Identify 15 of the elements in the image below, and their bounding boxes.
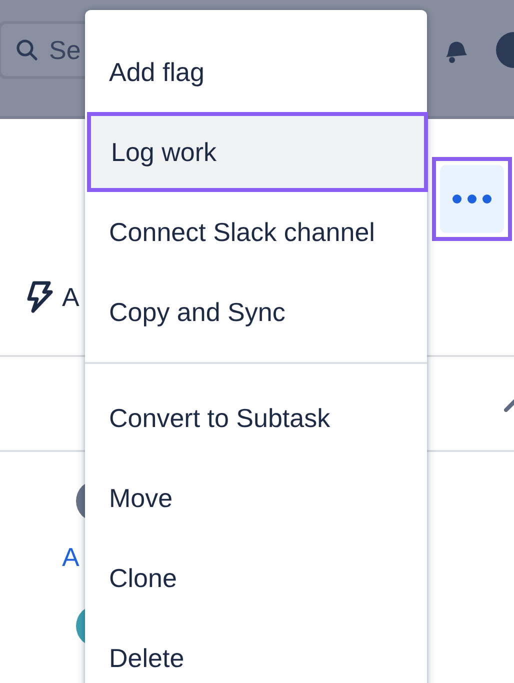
field-label: A: [62, 282, 80, 312]
menu-item[interactable]: Copy and Sync: [85, 272, 427, 352]
more-button[interactable]: [440, 165, 504, 233]
menu-item[interactable]: Clone: [85, 538, 427, 618]
link[interactable]: A: [62, 542, 82, 573]
search-icon: [15, 38, 39, 62]
menu-item[interactable]: Connect Slack channel: [85, 192, 427, 272]
pencil-icon[interactable]: [504, 398, 514, 412]
menu-item[interactable]: Delete: [85, 618, 427, 683]
more-icon: [452, 194, 492, 204]
menu-item[interactable]: Convert to Subtask: [85, 378, 427, 458]
search-placeholder: Se: [49, 34, 81, 66]
menu-item[interactable]: Log work: [87, 112, 428, 192]
help-icon[interactable]: [494, 30, 514, 70]
menu-item[interactable]: Move: [85, 458, 427, 538]
